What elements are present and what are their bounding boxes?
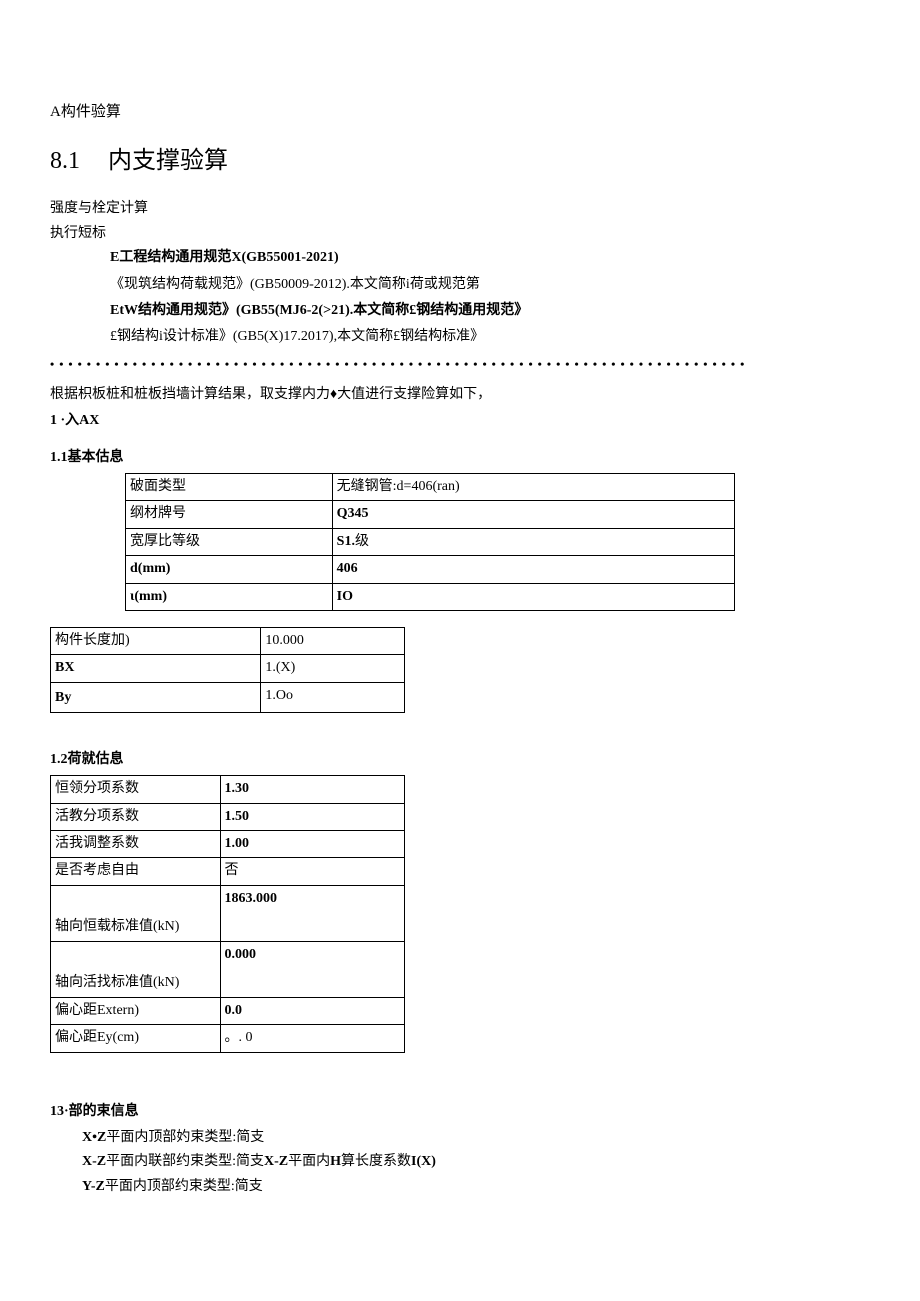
constraint-1: X•Z平面内顶部妁束类型:简支 bbox=[82, 1127, 870, 1149]
section-8-1-title: 8.1 内支撑验算 bbox=[50, 142, 870, 180]
basic-info-table: 破面类型无缝钢管:d=406(ran) 纲材牌号Q345 宽厚比等级S1.级 d… bbox=[125, 473, 735, 611]
standard-1: E工程结构通用规范X(GB55001-2021) bbox=[110, 247, 870, 269]
table-row: BX1.(X) bbox=[51, 655, 405, 682]
table-row: 活我调整系数1.00 bbox=[51, 831, 405, 858]
table-row: 纲材牌号Q345 bbox=[126, 501, 735, 528]
section-1-2-label: 1.2荷就估息 bbox=[50, 749, 870, 771]
standards-list: E工程结构通用规范X(GB55001-2021) 《现筑结构荷载规范》(GB50… bbox=[50, 247, 870, 349]
member-info-table: 构件长度加)10.000 BX1.(X) By1.Oo bbox=[50, 627, 405, 713]
section-title-text: 内支撑验算 bbox=[108, 148, 228, 174]
table-row: ι(mm)IO bbox=[126, 583, 735, 610]
standard-3: EtW结构通用规范》(GB55(MJ6-2(>21).本文简称£钢结构通用规范》 bbox=[110, 300, 870, 322]
table-row: 活教分项系数1.50 bbox=[51, 803, 405, 830]
section-1-label: 1 ·入AX bbox=[50, 410, 870, 432]
constraint-2: X-Z平面内联部约束类型:简支X-Z平面内H算长度系数I(X) bbox=[82, 1151, 870, 1173]
load-info-table: 恒领分项系数1.30 活教分项系数1.50 活我调整系数1.00 是否考虑自由否… bbox=[50, 775, 405, 1052]
title-a: A构件验算 bbox=[50, 100, 870, 124]
standard-4: £钢结构i设计标准》(GB5(X)17.2017),本文简称£钢结构标准》 bbox=[110, 326, 870, 348]
table-row: 宽厚比等级S1.级 bbox=[126, 528, 735, 555]
table-row: 是否考虑自由否 bbox=[51, 858, 405, 885]
table-row: 偏心距Ey(cm)。. 0 bbox=[51, 1025, 405, 1052]
standard-2: 《现筑结构荷载规范》(GB50009-2012).本文简称i荷或规范第 bbox=[110, 274, 870, 296]
table-row: By1.Oo bbox=[51, 682, 405, 712]
constraint-3: Y-Z平面内顶部约束类型:简支 bbox=[82, 1176, 870, 1198]
intro-paragraph: 根据枳板桩和桩板挡墙计算结果，取支撑内力♦大值进行支撑险算如下， bbox=[50, 384, 870, 406]
table-row: 破面类型无缝钢管:d=406(ran) bbox=[126, 474, 735, 501]
section-1-1-label: 1.1基本估息 bbox=[50, 447, 870, 469]
separator-dots: • • • • • • • • • • • • • • • • • • • • … bbox=[50, 355, 870, 374]
constraints-list: X•Z平面内顶部妁束类型:简支 X-Z平面内联部约束类型:简支X-Z平面内H算长… bbox=[50, 1127, 870, 1198]
table-row: 构件长度加)10.000 bbox=[51, 628, 405, 655]
table-row: 轴向活找标准值(kN)0.000 bbox=[51, 941, 405, 997]
table-row: 轴向恒载标准值(kN)1863.000 bbox=[51, 885, 405, 941]
section-1-3-label: 13·部的束信息 bbox=[50, 1101, 870, 1123]
subtitle-strength: 强度与栓定计算 bbox=[50, 198, 870, 220]
table-row: d(mm)406 bbox=[126, 556, 735, 583]
exec-standard-label: 执行短标 bbox=[50, 223, 870, 245]
section-number: 8.1 bbox=[50, 148, 80, 174]
table-row: 恒领分项系数1.30 bbox=[51, 776, 405, 803]
table-row: 偏心距Extern)0.0 bbox=[51, 997, 405, 1024]
